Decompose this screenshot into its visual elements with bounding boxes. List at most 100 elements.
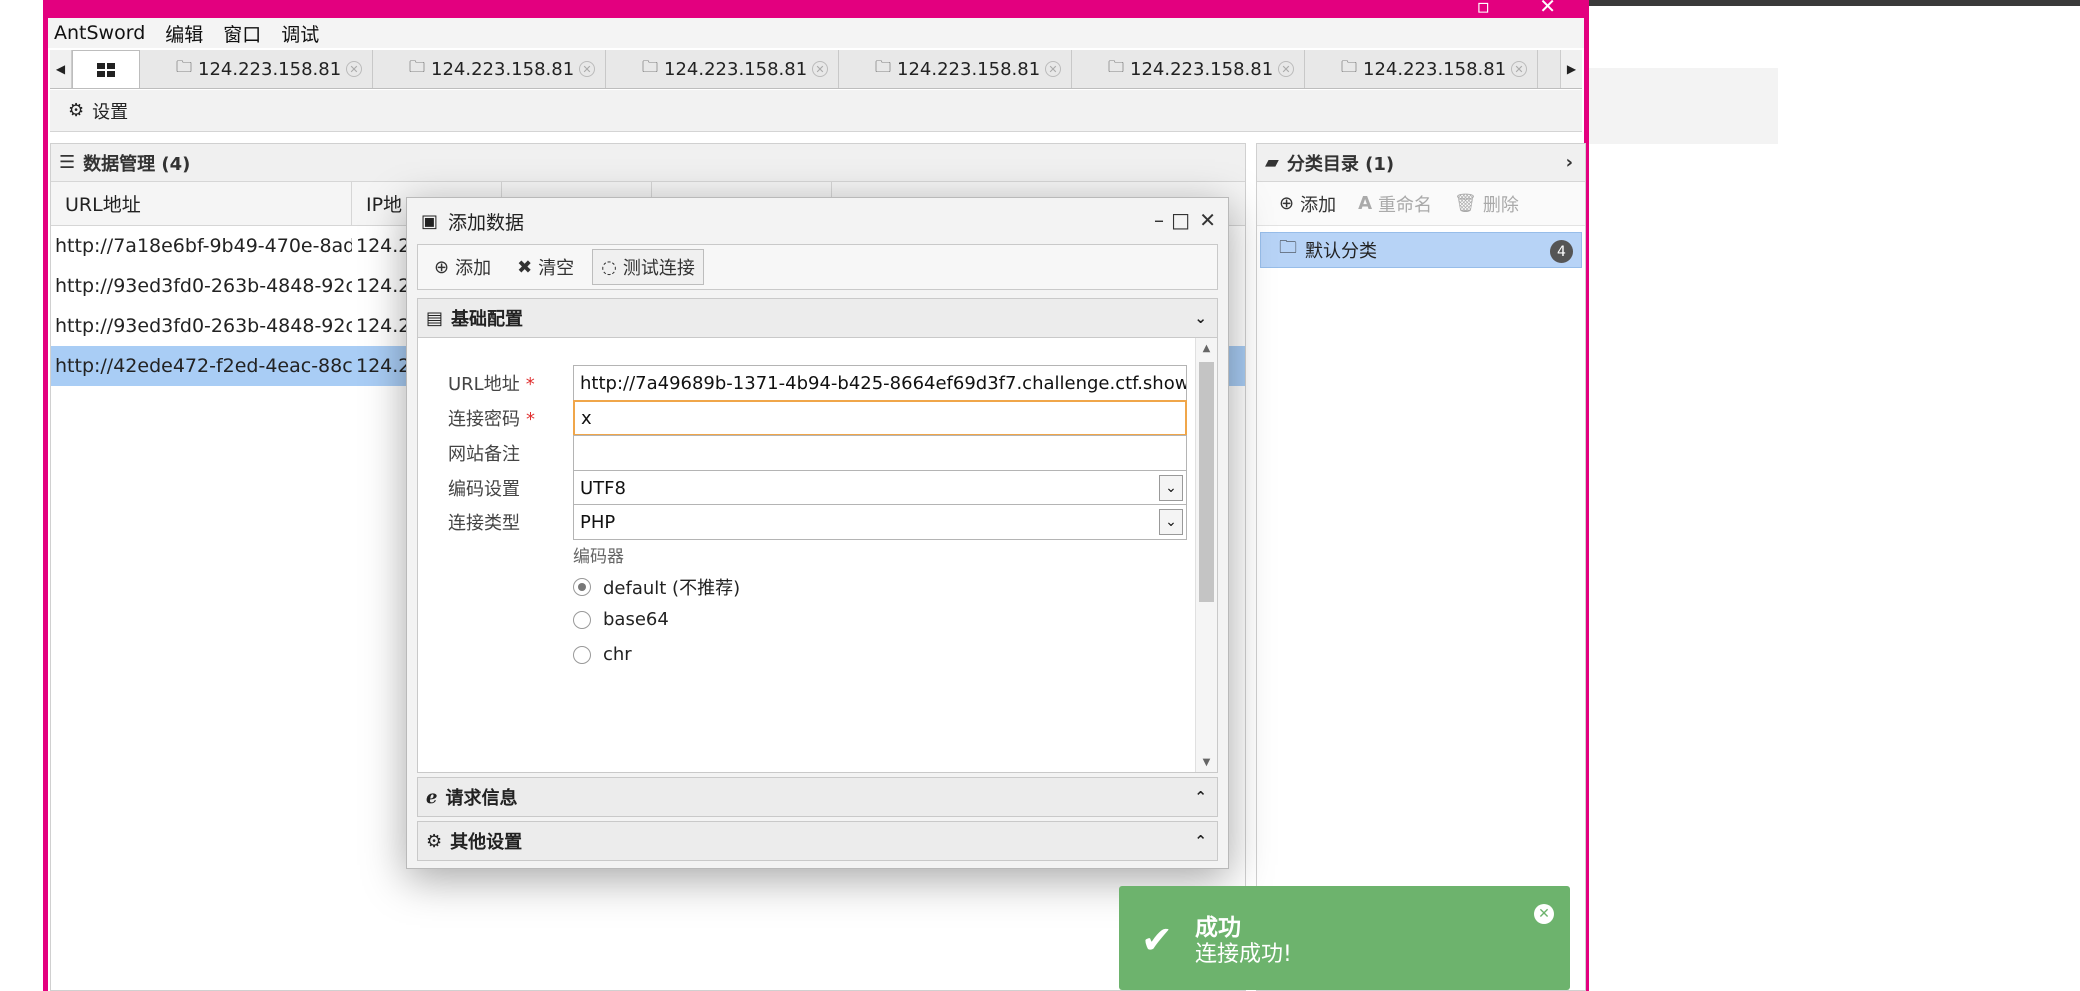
tab-scroll-left-icon[interactable]: ◀ (50, 50, 72, 88)
tab-close-icon[interactable]: ✕ (1511, 61, 1527, 77)
maximize-icon[interactable]: □ (1171, 208, 1190, 232)
menu-window[interactable]: 窗口 (223, 20, 261, 47)
category-rename-button[interactable]: A 重命名 (1358, 191, 1432, 217)
row-url: http://93ed3fd0-263b-4848-92c0- (55, 315, 352, 337)
tab-close-icon[interactable]: ✕ (1045, 61, 1061, 77)
category-item-default[interactable]: 🗀 默认分类 4 (1260, 232, 1582, 268)
encoder-label: 编码器 (573, 547, 624, 567)
tab-label: 124.223.158.81 (897, 58, 1041, 80)
type-select[interactable]: PHP ⌄ (573, 504, 1187, 540)
settings-label: 设置 (92, 101, 129, 123)
chevron-down-icon[interactable]: ⌄ (1159, 475, 1183, 501)
minimize-icon[interactable]: – (1154, 208, 1164, 232)
folder-icon: ▰ (1265, 152, 1279, 173)
dialog-titlebar[interactable]: ▣ 添加数据 – □ ✕ (407, 198, 1228, 244)
test-connection-button[interactable]: ◌ 测试连接 (592, 249, 704, 285)
radio[interactable] (573, 610, 591, 629)
form-scrollbar[interactable]: ▲ ▼ (1195, 338, 1217, 772)
chevron-down-icon[interactable]: ⌄ (1159, 509, 1183, 535)
spinner-icon: ◌ (601, 256, 617, 278)
section-basic-config[interactable]: ▤ 基础配置 ⌄ (417, 298, 1218, 338)
encoding-value: UTF8 (580, 477, 626, 499)
list-icon: ☰ (59, 152, 76, 173)
radio[interactable] (573, 645, 591, 664)
tab-home[interactable] (72, 50, 140, 88)
tab-close-icon[interactable]: ✕ (1278, 61, 1294, 77)
password-row: 连接密码 * x (418, 400, 1187, 436)
category-delete-button[interactable]: 🗑 删除 (1454, 191, 1519, 217)
tab-scroll-right-icon[interactable]: ▶ (1560, 50, 1582, 88)
row-ip: 124.2 (356, 235, 411, 257)
category-item-label: 默认分类 (1305, 241, 1377, 262)
category-rename-label: 重命名 (1378, 194, 1433, 216)
type-label: 连接类型 (448, 513, 520, 534)
window-titlebar[interactable]: ▫ ✕ (48, 0, 1584, 18)
scrollbar-thumb[interactable] (1199, 362, 1214, 602)
radio-selected[interactable] (573, 578, 591, 596)
data-panel-title: 数据管理 (4) (83, 153, 191, 175)
tab-label: 124.223.158.81 (664, 58, 808, 80)
menu-antsword[interactable]: AntSword (54, 22, 145, 44)
clear-button[interactable]: ✖ 清空 (509, 249, 582, 285)
tab-shell[interactable]: 🗀 124.223.158.81 ✕ (1305, 50, 1538, 88)
chevron-right-icon[interactable]: › (1566, 152, 1573, 173)
close-icon[interactable]: ✕ (1539, 0, 1556, 18)
menu-edit[interactable]: 编辑 (165, 20, 203, 47)
encoding-label: 编码设置 (448, 479, 520, 500)
chevron-down-icon[interactable]: ⌄ (1194, 309, 1207, 327)
folder-icon: 🗀 (1341, 56, 1358, 76)
tab-shell[interactable]: 🗀 124.223.158.81 ✕ (1072, 50, 1305, 88)
settings-button[interactable]: ⚙ 设置 (68, 98, 128, 124)
window-icon: ▣ (421, 210, 439, 232)
category-toolbar: ⊕ 添加 A 重命名 🗑 删除 (1257, 182, 1585, 226)
add-button[interactable]: ⊕ 添加 (426, 249, 499, 285)
note-row: 网站备注 (418, 435, 1187, 471)
column-url[interactable]: URL地址 (51, 181, 352, 226)
success-toast: ✔ 成功 连接成功! ✕ (1119, 886, 1570, 990)
password-input[interactable]: x (573, 400, 1187, 436)
row-url: http://7a18e6bf-9b49-470e-8adc- (55, 235, 352, 257)
scroll-down-icon[interactable]: ▼ (1196, 752, 1217, 772)
close-icon[interactable]: ✕ (1199, 208, 1216, 232)
tab-shell[interactable]: 🗀 124.223.158.81 ✕ (140, 50, 373, 88)
note-input[interactable] (573, 435, 1187, 471)
folder-icon: 🗀 (1108, 56, 1125, 76)
check-icon: ✔ (1141, 918, 1173, 962)
tab-label: 124.223.158.81 (198, 58, 342, 80)
encoder-option-chr[interactable]: chr (573, 644, 632, 665)
section-request-info[interactable]: ℯ 请求信息 ⌃ (417, 777, 1218, 817)
toast-close-icon[interactable]: ✕ (1534, 904, 1554, 924)
scroll-up-icon[interactable]: ▲ (1196, 338, 1217, 358)
encoder-option-default[interactable]: default (不推荐) (573, 574, 740, 600)
tab-shell[interactable]: 🗀 124.223.158.81 ✕ (839, 50, 1072, 88)
tab-close-icon[interactable]: ✕ (346, 61, 362, 77)
category-delete-label: 删除 (1482, 194, 1519, 216)
x-icon: ✖ (517, 256, 533, 278)
encoder-option-label: default (不推荐) (603, 578, 741, 599)
tab-close-icon[interactable]: ✕ (812, 61, 828, 77)
menu-debug[interactable]: 调试 (281, 20, 319, 47)
category-add-button[interactable]: ⊕ 添加 (1279, 191, 1336, 217)
data-panel-header: ☰ 数据管理 (4) (51, 144, 1245, 182)
plus-circle-icon: ⊕ (1279, 193, 1295, 214)
section-other-settings[interactable]: ⚙ 其他设置 ⌃ (417, 821, 1218, 861)
encoder-option-label: chr (603, 644, 632, 665)
chevron-up-icon[interactable]: ⌃ (1194, 832, 1207, 850)
maximize-icon[interactable]: ▫ (1476, 0, 1490, 18)
file-icon: ▤ (426, 307, 444, 329)
chevron-up-icon[interactable]: ⌃ (1194, 788, 1207, 806)
tab-close-icon[interactable]: ✕ (579, 61, 595, 77)
background-panel (1580, 68, 1778, 144)
category-panel: ▰ 分类目录 (1) › ⊕ 添加 A 重命名 🗑 删除 🗀 默认分类 4 (1256, 143, 1586, 991)
encoder-option-base64[interactable]: base64 (573, 609, 669, 630)
category-panel-title: 分类目录 (1) (1286, 153, 1395, 175)
tab-label: 124.223.158.81 (431, 58, 575, 80)
main-toolbar: ⚙ 设置 (50, 90, 1582, 132)
tab-shell[interactable]: 🗀 124.223.158.81 ✕ (606, 50, 839, 88)
add-label: 添加 (455, 258, 492, 279)
encoder-option-label: base64 (603, 609, 669, 630)
tab-shell[interactable]: 🗀 124.223.158.81 ✕ (373, 50, 606, 88)
encoding-select[interactable]: UTF8 ⌄ (573, 470, 1187, 506)
url-input[interactable]: http://7a49689b-1371-4b94-b425-8664ef69d… (573, 365, 1187, 401)
tab-bar: ◀ 🗀 124.223.158.81 ✕ 🗀 124.223.158.81 ✕ 🗀 124… (50, 50, 1582, 89)
